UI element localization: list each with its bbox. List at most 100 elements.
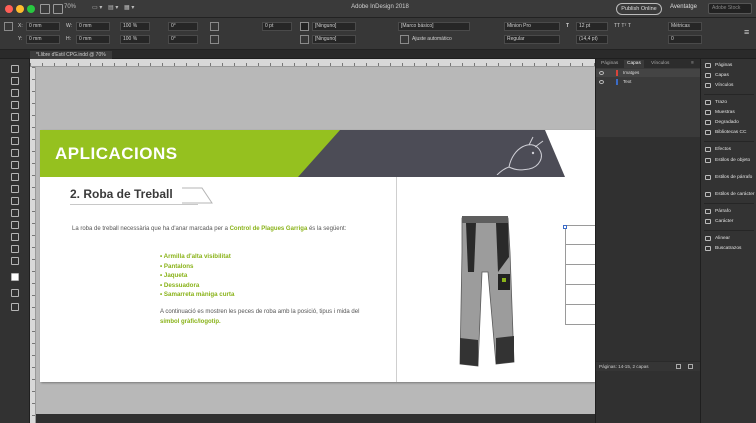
dock-item-effects[interactable]: Efectos [704, 145, 756, 154]
leading-field[interactable]: (14,4 pt) [576, 35, 608, 44]
pencil-tool-icon[interactable] [11, 149, 19, 157]
zoom-window-icon[interactable] [27, 5, 35, 13]
dock-item-character[interactable]: Carácter [704, 217, 756, 226]
eyedropper-tool-icon[interactable] [11, 233, 19, 241]
document-tab[interactable]: *Llibre d'Estil CPG.indd @ 70% [30, 51, 112, 59]
bridge-icon[interactable] [40, 4, 50, 14]
layer-row-text[interactable]: Text [596, 78, 701, 86]
formatting-affects-icon[interactable] [11, 289, 19, 297]
y-field[interactable]: 0 mm [26, 35, 60, 44]
kerning-select[interactable]: Métricas [668, 22, 702, 31]
layers-status: Páginas: 14-15, 2 capas [599, 364, 649, 369]
pen-tool-icon[interactable] [11, 137, 19, 145]
free-transform-tool-icon[interactable] [11, 197, 19, 205]
type-tool-icon[interactable] [11, 113, 19, 121]
stroke-color-select[interactable]: [Ninguno] [312, 35, 356, 44]
dock-item-character-styles[interactable]: Estilos de carácter [704, 190, 756, 199]
list-item: Pantalons [160, 262, 234, 272]
dock-item-pages[interactable]: Páginas [704, 61, 756, 70]
reference-point-icon[interactable] [4, 22, 13, 31]
dock-item-layers[interactable]: Capas [704, 71, 756, 80]
panel-menu-icon[interactable]: ≡ [688, 60, 697, 68]
dock-item-swatches[interactable]: Muestras [704, 108, 756, 117]
fill-swatch-icon[interactable] [300, 22, 309, 31]
layer-row-imatges[interactable]: Imatges [596, 69, 701, 77]
horizontal-scrollbar[interactable] [36, 414, 595, 423]
caps-buttons[interactable]: TT Tᵀ T [614, 23, 631, 29]
font-style-select[interactable]: Regular [504, 35, 560, 44]
x-field[interactable]: 0 mm [26, 22, 60, 31]
scale-x-field[interactable]: 100 % [120, 22, 150, 31]
flip-horizontal-icon[interactable] [210, 22, 219, 31]
tracking-field[interactable]: 0 [668, 35, 702, 44]
selection-handle[interactable] [563, 225, 567, 229]
publish-online-button[interactable]: Publish Online [616, 3, 662, 15]
table-row [566, 305, 595, 325]
view-options-menu[interactable]: ▭ ▾ [92, 4, 102, 11]
height-field[interactable]: 0 mm [76, 35, 110, 44]
dock-item-pathfinder[interactable]: Buscatrazos [704, 244, 756, 253]
dock-item-gradient[interactable]: Degradado [704, 118, 756, 127]
stock-search-input[interactable]: Adobe Stock [708, 3, 752, 14]
tab-links[interactable]: Vínculos [648, 60, 672, 68]
auto-fit-checkbox[interactable] [400, 35, 409, 44]
visibility-eye-icon[interactable] [599, 80, 604, 84]
flip-vertical-icon[interactable] [210, 35, 219, 44]
dock-label: Párrafo [715, 209, 731, 214]
font-family-select[interactable]: Minion Pro [504, 22, 560, 31]
zoom-level[interactable]: 70% [64, 4, 76, 10]
dock-item-cc-libraries[interactable]: Bibliotecas CC [704, 128, 756, 137]
fill-color-select[interactable]: [Ninguno] [312, 22, 356, 31]
object-style-select[interactable]: [Marco básico] [398, 22, 470, 31]
arrange-documents-menu[interactable]: ▦ ▾ [124, 4, 134, 11]
gap-tool-icon[interactable] [11, 101, 19, 109]
rectangle-tool-icon[interactable] [11, 173, 19, 181]
close-window-icon[interactable] [5, 5, 13, 13]
workspace-switcher[interactable]: Aventatge [670, 4, 697, 10]
document-spread[interactable]: APLICACIONS 2. Roba de Treball La roba d… [40, 130, 595, 382]
tab-layers[interactable]: Capas [624, 60, 644, 68]
rotation-field[interactable]: 0° [168, 22, 198, 31]
scissors-tool-icon[interactable] [11, 185, 19, 193]
table-row [566, 285, 595, 305]
swatches-icon [705, 110, 711, 115]
dock-item-links[interactable]: Vínculos [704, 81, 756, 90]
visibility-eye-icon[interactable] [599, 71, 604, 75]
width-field[interactable]: 0 mm [76, 22, 110, 31]
control-bar-menu-icon[interactable]: ≡ [744, 27, 749, 37]
dock-item-align[interactable]: Alinear [704, 234, 756, 243]
stroke-weight-field[interactable]: 0 pt [262, 22, 292, 31]
dock-item-paragraph-styles[interactable]: Estilos de párrafo [704, 173, 756, 182]
dock-item-paragraph[interactable]: Párrafo [704, 207, 756, 216]
note-tool-icon[interactable] [11, 221, 19, 229]
dock-label: Bibliotecas CC [715, 130, 747, 135]
dock-label: Buscatrazos [715, 246, 742, 251]
zoom-tool-icon[interactable] [11, 257, 19, 265]
tab-pages[interactable]: Páginas [598, 60, 621, 68]
pathfinder-icon [705, 246, 711, 251]
spec-table-frame[interactable] [565, 225, 595, 325]
screen-mode-menu[interactable]: ▤ ▾ [108, 4, 118, 11]
hand-tool-icon[interactable] [11, 245, 19, 253]
delete-layer-icon[interactable] [688, 364, 693, 369]
work-trousers-image[interactable] [452, 212, 522, 372]
font-size-field[interactable]: 12 pt [576, 22, 608, 31]
fill-stroke-icon[interactable] [11, 273, 19, 281]
new-layer-icon[interactable] [676, 364, 681, 369]
minimize-window-icon[interactable] [16, 5, 24, 13]
shear-field[interactable]: 0° [168, 35, 198, 44]
stock-icon[interactable] [53, 4, 63, 14]
page-tool-icon[interactable] [11, 89, 19, 97]
align-icon [705, 236, 711, 241]
line-tool-icon[interactable] [11, 125, 19, 133]
selection-tool-icon[interactable] [11, 65, 19, 73]
horizontal-ruler[interactable] [30, 59, 595, 67]
dock-item-stroke[interactable]: Trazo [704, 98, 756, 107]
gradient-tool-icon[interactable] [11, 209, 19, 217]
direct-selection-tool-icon[interactable] [11, 77, 19, 85]
stroke-swatch-icon[interactable] [300, 35, 309, 44]
screen-mode-icon[interactable] [11, 303, 19, 311]
rectangle-frame-tool-icon[interactable] [11, 161, 19, 169]
dock-item-object-styles[interactable]: Estilos de objeto [704, 156, 756, 165]
scale-y-field[interactable]: 100 % [120, 35, 150, 44]
